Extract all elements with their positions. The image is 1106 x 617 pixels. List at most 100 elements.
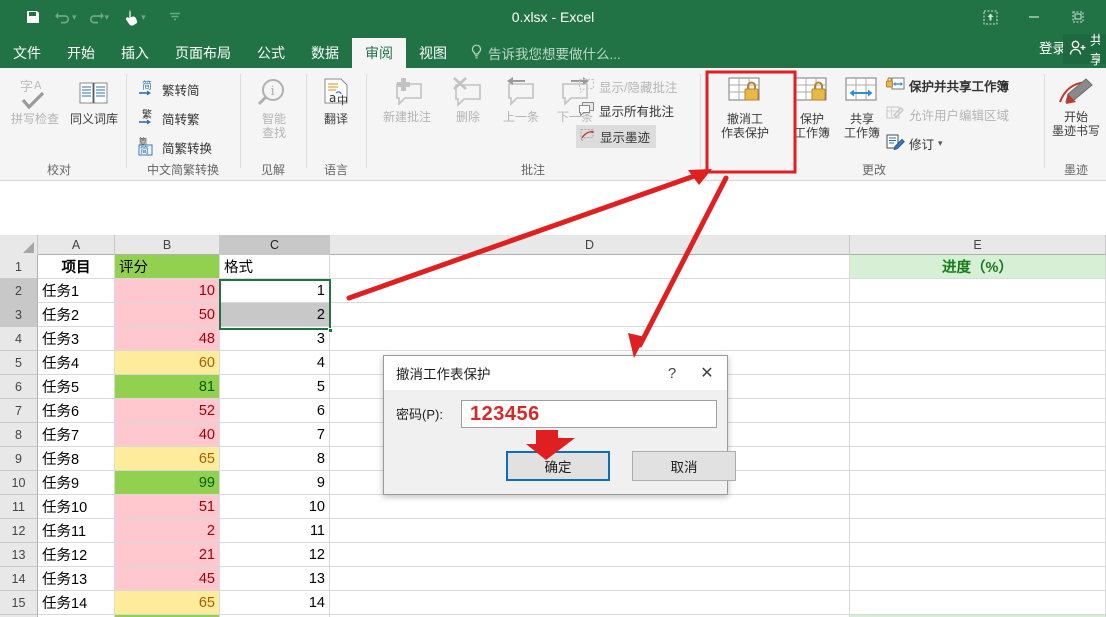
restore-icon[interactable] (1056, 0, 1100, 34)
show-all-comments-button[interactable]: 显示所有批注 (578, 101, 674, 120)
start-inking-button[interactable]: 开始 墨迹书写 (1048, 76, 1104, 138)
row-header-7[interactable]: 7 (0, 399, 38, 423)
cell-D11[interactable] (330, 495, 850, 518)
cell-E3[interactable] (850, 303, 1106, 326)
tab-file[interactable]: 文件 (0, 38, 54, 68)
row-header-3[interactable]: 3 (0, 303, 38, 327)
cell-E12[interactable] (850, 519, 1106, 542)
close-icon[interactable]: ✕ (687, 363, 727, 383)
column-header-e[interactable]: E (850, 235, 1106, 255)
previous-comment-button[interactable]: 上一条 (494, 76, 548, 124)
show-ink-button[interactable]: 显示墨迹 (576, 125, 657, 148)
delete-comment-button[interactable]: 删除 (444, 76, 492, 124)
cell-C15[interactable]: 14 (220, 591, 330, 614)
ribbon-display-options-icon[interactable] (968, 0, 1012, 34)
table-row[interactable]: 任务12 21 12 (38, 543, 1106, 567)
simplified-to-traditional-button[interactable]: 繁 简转繁 (138, 107, 200, 130)
minimize-icon[interactable] (1012, 0, 1056, 34)
cell-D2[interactable] (330, 279, 850, 302)
allow-edit-ranges-button[interactable]: 允许用户编辑区域 (886, 105, 1009, 124)
row-header-9[interactable]: 9 (0, 447, 38, 471)
cell-D1[interactable] (330, 255, 850, 278)
cell-A11[interactable]: 任务10 (38, 495, 115, 518)
row-header-15[interactable]: 15 (0, 591, 38, 615)
table-row[interactable]: 任务11 2 11 (38, 519, 1106, 543)
tab-home[interactable]: 开始 (54, 38, 108, 68)
row-header-1[interactable]: 1 (0, 255, 38, 279)
cell-E4[interactable] (850, 327, 1106, 350)
tell-me-box[interactable]: 告诉我您想要做什么... (460, 38, 621, 68)
cell-B6[interactable]: 81 (115, 375, 220, 398)
protect-workbook-button[interactable]: 保护 工作簿 (786, 76, 838, 140)
cell-E8[interactable] (850, 423, 1106, 446)
cell-B14[interactable]: 45 (115, 567, 220, 590)
share-workbook-button[interactable]: 共享 工作簿 (836, 76, 888, 140)
cell-C13[interactable]: 12 (220, 543, 330, 566)
cell-A8[interactable]: 任务7 (38, 423, 115, 446)
cell-A12[interactable]: 任务11 (38, 519, 115, 542)
row-header-13[interactable]: 13 (0, 543, 38, 567)
cell-B5[interactable]: 60 (115, 351, 220, 374)
cell-C7[interactable]: 6 (220, 399, 330, 422)
cell-D12[interactable] (330, 519, 850, 542)
table-row[interactable]: 任务14 65 14 (38, 591, 1106, 615)
tab-formulas[interactable]: 公式 (244, 38, 298, 68)
password-input[interactable]: 123456 (461, 400, 717, 428)
cell-A14[interactable]: 任务13 (38, 567, 115, 590)
tab-review[interactable]: 审阅 (352, 38, 406, 68)
cell-B11[interactable]: 51 (115, 495, 220, 518)
simplified-traditional-convert-button[interactable]: 簡简 简繁转换 (138, 136, 212, 159)
cell-E6[interactable] (850, 375, 1106, 398)
cell-E10[interactable] (850, 471, 1106, 494)
cell-D15[interactable] (330, 591, 850, 614)
tab-data[interactable]: 数据 (298, 38, 352, 68)
column-header-a[interactable]: A (38, 235, 115, 255)
cell-B13[interactable]: 21 (115, 543, 220, 566)
cell-C14[interactable]: 13 (220, 567, 330, 590)
table-row[interactable]: 任务1 10 1 (38, 279, 1106, 303)
row-header-11[interactable]: 11 (0, 495, 38, 519)
tab-page-layout[interactable]: 页面布局 (162, 38, 244, 68)
cell-C11[interactable]: 10 (220, 495, 330, 518)
thesaurus-button[interactable]: 同义词库 (66, 76, 122, 126)
cell-C6[interactable]: 5 (220, 375, 330, 398)
cell-B7[interactable]: 52 (115, 399, 220, 422)
row-header-4[interactable]: 4 (0, 327, 38, 351)
cell-D14[interactable] (330, 567, 850, 590)
cell-A1[interactable]: 项目 (38, 255, 115, 278)
cell-E7[interactable] (850, 399, 1106, 422)
cell-B3[interactable]: 50 (115, 303, 220, 326)
row-header-12[interactable]: 12 (0, 519, 38, 543)
tab-view[interactable]: 视图 (406, 38, 460, 68)
share-button[interactable]: 共享 (1063, 33, 1106, 67)
row-header-6[interactable]: 6 (0, 375, 38, 399)
row-header-14[interactable]: 14 (0, 567, 38, 591)
cell-E2[interactable] (850, 279, 1106, 302)
ok-button[interactable]: 确定 (506, 451, 610, 481)
cell-C2[interactable]: 1 (220, 279, 330, 302)
row-header-10[interactable]: 10 (0, 471, 38, 495)
column-header-c[interactable]: C (220, 235, 330, 255)
cell-C4[interactable]: 3 (220, 327, 330, 350)
protect-and-share-workbook-button[interactable]: 保护并共享工作簿 (886, 76, 1009, 95)
cell-A13[interactable]: 任务12 (38, 543, 115, 566)
cell-D3[interactable] (330, 303, 850, 326)
translate-button[interactable]: a 中 翻译 (312, 76, 360, 126)
table-row[interactable]: 项目 评分 格式 进度（%） (38, 255, 1106, 279)
help-icon[interactable]: ? (657, 365, 687, 382)
cell-B9[interactable]: 65 (115, 447, 220, 470)
cell-D4[interactable] (330, 327, 850, 350)
cell-A10[interactable]: 任务9 (38, 471, 115, 494)
smart-lookup-button[interactable]: i 智能 查找 (248, 76, 300, 140)
cell-C5[interactable]: 4 (220, 351, 330, 374)
cell-B1[interactable]: 评分 (115, 255, 220, 278)
cell-C3[interactable]: 2 (220, 303, 330, 326)
cell-E11[interactable] (850, 495, 1106, 518)
cell-E9[interactable] (850, 447, 1106, 470)
column-header-d[interactable]: D (330, 235, 850, 255)
table-row[interactable]: 任务10 51 10 (38, 495, 1106, 519)
cell-E13[interactable] (850, 543, 1106, 566)
cell-A6[interactable]: 任务5 (38, 375, 115, 398)
row-header-2[interactable]: 2 (0, 279, 38, 303)
cell-A3[interactable]: 任务2 (38, 303, 115, 326)
